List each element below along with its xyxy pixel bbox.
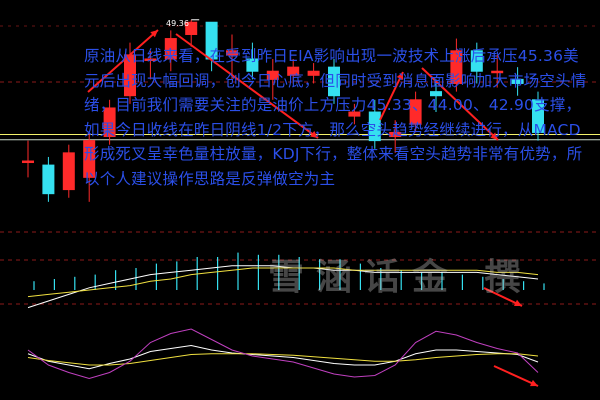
candle-body [307,70,320,76]
candle-body [124,54,136,97]
candle-body [368,111,381,142]
candle-body [348,111,361,117]
candle-body [164,38,177,60]
candle-body [266,70,279,80]
peak-price-label: 49.36 [166,19,189,28]
candle-body [205,21,218,60]
trend-arrow-up [87,29,159,93]
kdj-arrow-down [493,365,539,387]
candle-body [328,66,340,97]
candle-body [511,78,524,84]
chart-stage: 49.36 原油从日线来看，在受到昨日EIA影响出现一波技术上涨后承压45.36… [0,0,600,400]
candle-body [430,91,442,97]
trend-arrow-rebound [379,71,404,121]
candle-body [42,164,55,195]
candle-body [450,50,463,84]
candle-body [470,50,483,72]
candle-body [103,107,116,138]
candle-body [62,152,75,191]
candle-body [389,131,402,138]
trend-arrow-down [175,33,319,139]
candle-body [226,50,238,56]
candle-body [491,70,504,74]
kdj-d-line [27,353,539,366]
chart-canvas [0,19,600,387]
candle-body [22,160,34,164]
kdj-j-line [27,328,539,380]
candle-body [532,99,544,133]
candle-body [287,66,300,76]
candle-body [246,58,259,72]
candle-body [83,140,96,178]
macd-dif-line [27,265,539,309]
candle-body [409,99,422,125]
candle-body [144,58,157,61]
